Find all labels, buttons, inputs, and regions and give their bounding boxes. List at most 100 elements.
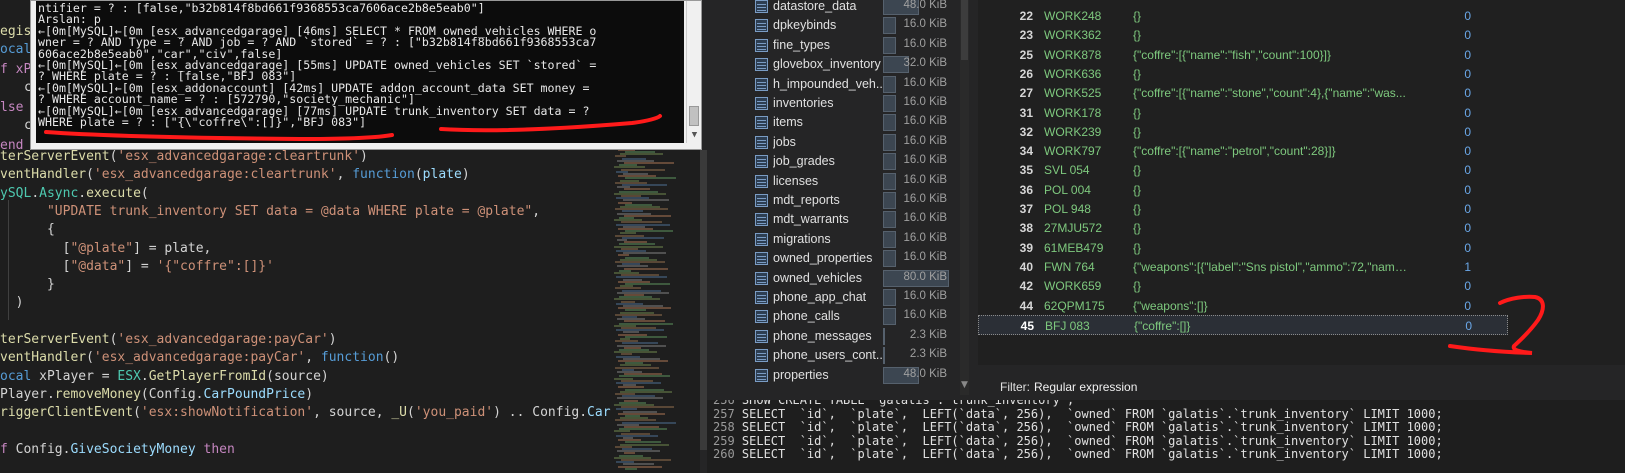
table-row[interactable]: 22 WORK248 {} 0 xyxy=(978,6,1508,26)
data-cell[interactable]: {} xyxy=(1133,202,1411,216)
tree-item[interactable]: h_impounded_veh... 16.0 KiB xyxy=(707,75,977,95)
row-id-cell[interactable]: 44 xyxy=(978,299,1033,313)
tree-item[interactable]: phone_users_cont... 2.3 KiB xyxy=(707,346,977,366)
table-row[interactable]: 40 FWN 764 {"weapons":[{"label":"Sns pisto… xyxy=(978,257,1508,277)
owned-cell[interactable]: 0 xyxy=(1418,163,1471,177)
plate-cell[interactable]: FWN 764 xyxy=(1044,260,1129,274)
data-cell[interactable]: {} xyxy=(1133,28,1411,42)
row-id-cell[interactable]: 34 xyxy=(978,144,1033,158)
plate-cell[interactable]: WORK659 xyxy=(1044,279,1129,293)
tree-item[interactable]: items 16.0 KiB xyxy=(707,113,977,133)
editor-scrollbar-thumb[interactable] xyxy=(700,150,707,450)
data-cell[interactable]: {"coffre":[{"name":"petrol","count":28}]… xyxy=(1133,144,1411,158)
table-row[interactable]: 34 WORK797 {"coffre":[{"name":"petrol","co… xyxy=(978,141,1508,161)
table-row[interactable]: 45 BFJ 083 {"coffre":[]} 0 xyxy=(978,314,1508,335)
console-window[interactable]: ntifier = ? : [false,"b32b814f8bd661f936… xyxy=(30,0,702,150)
tree-item[interactable]: phone_messages 2.3 KiB xyxy=(707,327,977,347)
table-row[interactable]: 36 POL 004 {} 0 xyxy=(978,180,1508,200)
console-scrollbar[interactable]: ▼ xyxy=(686,1,701,143)
table-row[interactable]: 25 WORK878 {"coffre":[{"name":"fish","coun… xyxy=(978,45,1508,65)
row-id-cell[interactable]: 38 xyxy=(978,221,1033,235)
table-row[interactable]: 27 WORK525 {"coffre":[{"name":"stone","cou… xyxy=(978,83,1508,103)
row-id-cell[interactable]: 36 xyxy=(978,183,1033,197)
owned-cell[interactable]: 0 xyxy=(1418,202,1471,216)
owned-cell[interactable]: 0 xyxy=(1418,144,1471,158)
scroll-down-arrow-icon[interactable]: ▼ xyxy=(689,130,700,141)
row-id-cell[interactable]: 26 xyxy=(978,67,1033,81)
owned-cell[interactable]: 0 xyxy=(1418,9,1471,23)
table-row[interactable]: 44 62QPM175 {"weapons":[]} 0 xyxy=(978,296,1508,316)
owned-cell[interactable]: 0 xyxy=(1418,125,1471,139)
plate-cell[interactable]: WORK878 xyxy=(1044,48,1129,62)
tree-item[interactable]: mdt_warrants 16.0 KiB xyxy=(707,210,977,230)
table-row[interactable]: 32 WORK239 {} 0 xyxy=(978,122,1508,142)
data-cell[interactable]: {"weapons":[{"label":"Sns pistol","ammo"… xyxy=(1133,260,1411,274)
owned-cell[interactable]: 0 xyxy=(1418,221,1471,235)
tree-scroll-down-icon[interactable]: ▼ xyxy=(959,380,970,392)
owned-cell[interactable]: 0 xyxy=(1418,67,1471,81)
owned-cell[interactable]: 0 xyxy=(1418,106,1471,120)
tree-item[interactable]: owned_properties 16.0 KiB xyxy=(707,249,977,269)
data-cell[interactable]: {"coffre":[{"name":"stone","count":4},{"… xyxy=(1133,86,1411,100)
tree-item[interactable]: properties 48.0 KiB xyxy=(707,366,977,386)
tree-item[interactable]: datastore_data 48.0 KiB xyxy=(707,0,977,17)
data-cell[interactable]: {} xyxy=(1133,106,1411,120)
tree-item[interactable]: phone_calls 16.0 KiB xyxy=(707,307,977,327)
tree-item[interactable]: owned_vehicles 80.0 KiB xyxy=(707,269,977,289)
owned-cell[interactable]: 0 xyxy=(1419,319,1472,333)
tree-scrollbar-thumb[interactable] xyxy=(961,0,968,60)
plate-cell[interactable]: WORK525 xyxy=(1044,86,1129,100)
row-id-cell[interactable]: 39 xyxy=(978,241,1033,255)
data-cell[interactable]: {"coffre":[{"name":"fish","count":100}]} xyxy=(1133,48,1411,62)
tree-item[interactable]: licenses 16.0 KiB xyxy=(707,172,977,192)
data-cell[interactable]: {} xyxy=(1133,9,1411,23)
row-id-cell[interactable]: 25 xyxy=(978,48,1033,62)
tree-item[interactable]: mdt_reports 16.0 KiB xyxy=(707,191,977,211)
data-cell[interactable]: {} xyxy=(1133,125,1411,139)
table-row[interactable]: 23 WORK362 {} 0 xyxy=(978,25,1508,45)
plate-cell[interactable]: BFJ 083 xyxy=(1045,319,1130,333)
tree-item[interactable]: glovebox_inventory 32.0 KiB xyxy=(707,55,977,75)
data-cell[interactable]: {} xyxy=(1133,241,1411,255)
plate-cell[interactable]: WORK239 xyxy=(1044,125,1129,139)
table-row[interactable]: 26 WORK636 {} 0 xyxy=(978,64,1508,84)
table-row[interactable]: 31 WORK178 {} 0 xyxy=(978,103,1508,123)
row-id-cell[interactable]: 40 xyxy=(978,260,1033,274)
owned-cell[interactable]: 0 xyxy=(1418,241,1471,255)
plate-cell[interactable]: WORK797 xyxy=(1044,144,1129,158)
plate-cell[interactable]: WORK178 xyxy=(1044,106,1129,120)
row-id-cell[interactable]: 22 xyxy=(978,9,1033,23)
owned-cell[interactable]: 1 xyxy=(1418,260,1471,274)
tree-item[interactable]: dpkeybinds 16.0 KiB xyxy=(707,16,977,36)
plate-cell[interactable]: 61MEB479 xyxy=(1044,241,1129,255)
tree-item[interactable]: job_grades 16.0 KiB xyxy=(707,152,977,172)
filter-input[interactable]: Regular expression xyxy=(1034,380,1137,394)
plate-cell[interactable]: WORK636 xyxy=(1044,67,1129,81)
owned-cell[interactable]: 0 xyxy=(1418,48,1471,62)
data-cell[interactable]: {"weapons":[]} xyxy=(1133,299,1411,313)
data-cell[interactable]: {} xyxy=(1133,183,1411,197)
tree-item[interactable]: phone_app_chat 16.0 KiB xyxy=(707,288,977,308)
tree-item[interactable]: fine_types 16.0 KiB xyxy=(707,36,977,56)
data-cell[interactable]: {} xyxy=(1133,279,1411,293)
plate-cell[interactable]: POL 004 xyxy=(1044,183,1129,197)
plate-cell[interactable]: WORK362 xyxy=(1044,28,1129,42)
table-row[interactable]: 42 WORK659 {} 0 xyxy=(978,276,1508,296)
sql-log[interactable]: 256 SHOW CREATE TABLE `galatis`.`trunk_i… xyxy=(707,400,1625,473)
row-id-cell[interactable]: 31 xyxy=(978,106,1033,120)
table-row[interactable]: 37 POL 948 {} 0 xyxy=(978,199,1508,219)
row-id-cell[interactable]: 37 xyxy=(978,202,1033,216)
table-row[interactable]: 35 SVL 054 {} 0 xyxy=(978,160,1508,180)
data-cell[interactable]: {} xyxy=(1133,221,1411,235)
table-tree[interactable]: datastore_data 48.0 KiB dpkeybinds 16.0 KiB… xyxy=(707,0,977,395)
plate-cell[interactable]: WORK248 xyxy=(1044,9,1129,23)
owned-cell[interactable]: 0 xyxy=(1418,299,1471,313)
tree-item[interactable]: migrations 16.0 KiB xyxy=(707,230,977,250)
row-id-cell[interactable]: 35 xyxy=(978,163,1033,177)
owned-cell[interactable]: 0 xyxy=(1418,28,1471,42)
tree-item[interactable]: jobs 16.0 KiB xyxy=(707,133,977,153)
row-id-cell[interactable]: 27 xyxy=(978,86,1033,100)
owned-cell[interactable]: 0 xyxy=(1418,86,1471,100)
row-id-cell[interactable]: 42 xyxy=(978,279,1033,293)
owned-cell[interactable]: 0 xyxy=(1418,183,1471,197)
